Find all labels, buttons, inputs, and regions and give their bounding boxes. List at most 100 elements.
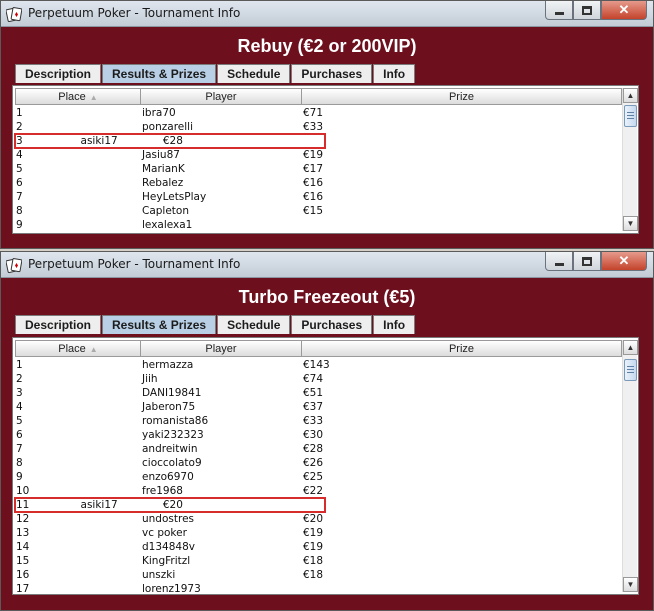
scroll-up-button[interactable]: ▲ (623, 340, 638, 355)
cell-player: HeyLetsPlay (142, 191, 207, 203)
table-row[interactable]: 17 lorenz1973 (15, 582, 622, 596)
table-row[interactable]: 9 lexalexa1 (15, 218, 622, 232)
table-row[interactable]: 4 Jaberon75 €37 (15, 400, 622, 414)
cell-place: 7 (16, 191, 23, 203)
cell-place: 9 (16, 219, 23, 231)
cell-place: 2 (16, 121, 23, 133)
cell-place: 13 (16, 527, 30, 539)
table-row[interactable]: 1 hermazza €143 (15, 358, 622, 372)
tab-results-prizes[interactable]: Results & Prizes (102, 64, 217, 83)
table-row[interactable]: 6 Rebalez €16 (15, 176, 622, 190)
cell-prize: €37 (303, 401, 324, 413)
window-title: Perpetuum Poker - Tournament Info (28, 257, 241, 271)
table-row[interactable]: 3 DANI19841 €51 (15, 386, 622, 400)
vertical-scrollbar[interactable]: ▲ ▼ (622, 88, 638, 231)
cell-place: 14 (16, 541, 30, 553)
table-row[interactable]: 8 cioccolato9 €26 (15, 456, 622, 470)
cell-place: 12 (16, 513, 30, 525)
column-header-prize[interactable]: Prize (302, 88, 622, 105)
table-row-highlighted[interactable]: 3 asiki17 €28 (14, 133, 326, 149)
table-row[interactable]: 6 yaki232323 €30 (15, 428, 622, 442)
cell-prize: €20 (162, 499, 183, 511)
title-bar[interactable]: Perpetuum Poker - Tournament Info ✕ (1, 1, 653, 27)
table-row[interactable]: 1 ibra70 €71 (15, 106, 622, 120)
cell-place: 4 (16, 401, 23, 413)
cell-player: MarianK (142, 163, 185, 175)
table-row[interactable]: 7 HeyLetsPlay €16 (15, 190, 622, 204)
sort-ascending-icon: ▲ (89, 345, 98, 354)
vertical-scrollbar[interactable]: ▲ ▼ (622, 340, 638, 592)
tournament-window-rebuy: Perpetuum Poker - Tournament Info ✕ Rebu… (0, 0, 654, 249)
cell-player: ponzarelli (142, 121, 193, 133)
table-row[interactable]: 5 MarianK €17 (15, 162, 622, 176)
window-title: Perpetuum Poker - Tournament Info (28, 6, 241, 20)
table-row[interactable]: 10 fre1968 €22 (15, 484, 622, 498)
cell-player: lorenz1973 (142, 583, 201, 595)
tab-results-prizes[interactable]: Results & Prizes (102, 315, 217, 334)
table-row-highlighted[interactable]: 11 asiki17 €20 (14, 497, 326, 513)
cell-place: 1 (16, 107, 23, 119)
table-row[interactable]: 4 Jasiu87 €19 (15, 148, 622, 162)
table-row[interactable]: 14 d134848v €19 (15, 540, 622, 554)
cell-prize (302, 218, 622, 232)
cell-player: d134848v (142, 541, 195, 553)
table-row[interactable]: 2 Jiih €74 (15, 372, 622, 386)
minimize-button[interactable] (545, 1, 573, 20)
cell-player: cioccolato9 (142, 457, 202, 469)
table-row[interactable]: 15 KingFritzl €18 (15, 554, 622, 568)
tab-schedule[interactable]: Schedule (217, 315, 291, 334)
cell-place: 2 (16, 373, 23, 385)
cell-prize: €19 (303, 149, 324, 161)
table-row[interactable]: 8 Capleton €15 (15, 204, 622, 218)
column-header-player[interactable]: Player (141, 340, 302, 357)
scroll-down-button[interactable]: ▼ (623, 216, 638, 231)
scroll-thumb[interactable] (624, 359, 637, 381)
cell-player: Capleton (142, 205, 190, 217)
cell-prize: €15 (303, 205, 324, 217)
cell-player: KingFritzl (142, 555, 191, 567)
scroll-down-button[interactable]: ▼ (623, 577, 638, 592)
tab-purchases[interactable]: Purchases (291, 315, 373, 334)
maximize-button[interactable] (573, 1, 601, 20)
cell-prize: €19 (303, 527, 324, 539)
table-row[interactable]: 16 unszki €18 (15, 568, 622, 582)
tab-description[interactable]: Description (15, 64, 102, 83)
scroll-up-button[interactable]: ▲ (623, 88, 638, 103)
cell-prize: €18 (303, 555, 324, 567)
tab-info[interactable]: Info (373, 64, 416, 83)
column-header-place[interactable]: Place ▲ (15, 340, 141, 357)
tab-description[interactable]: Description (15, 315, 102, 334)
close-button[interactable]: ✕ (601, 1, 647, 20)
tab-purchases[interactable]: Purchases (291, 64, 373, 83)
tab-schedule[interactable]: Schedule (217, 64, 291, 83)
tab-info[interactable]: Info (373, 315, 416, 334)
column-header-prize[interactable]: Prize (302, 340, 622, 357)
table-row[interactable]: 9 enzo6970 €25 (15, 470, 622, 484)
table-row[interactable]: 12 undostres €20 (15, 512, 622, 526)
maximize-icon (582, 256, 592, 266)
column-header-player[interactable]: Player (141, 88, 302, 105)
table-rows: 1 ibra70 €71 2 ponzarelli €33 3 asiki17 €28 4 Jasi… (14, 106, 622, 232)
table-row[interactable]: 2 ponzarelli €33 (15, 120, 622, 134)
table-row[interactable]: 5 romanista86 €33 (15, 414, 622, 428)
cell-prize: €30 (303, 429, 324, 441)
scroll-thumb[interactable] (624, 105, 637, 127)
table-row[interactable]: 7 andreitwin €28 (15, 442, 622, 456)
cell-player: lexalexa1 (142, 219, 193, 231)
table-row[interactable]: 13 vc poker €19 (15, 526, 622, 540)
cell-place: 1 (16, 359, 23, 371)
cell-place: 10 (16, 485, 30, 497)
close-icon: ✕ (618, 2, 630, 17)
column-header-place[interactable]: Place ▲ (15, 88, 141, 105)
title-bar[interactable]: Perpetuum Poker - Tournament Info ✕ (1, 252, 653, 278)
cell-prize: €26 (303, 457, 324, 469)
poker-cards-icon (6, 7, 22, 22)
cell-player: andreitwin (142, 443, 198, 455)
minimize-button[interactable] (545, 252, 573, 271)
tab-bar: Description Results & Prizes Schedule Pu… (15, 64, 416, 83)
cell-player: unszki (142, 569, 176, 581)
close-button[interactable]: ✕ (601, 252, 647, 271)
cell-prize: €71 (303, 107, 324, 119)
cell-place: 15 (16, 555, 30, 567)
maximize-button[interactable] (573, 252, 601, 271)
